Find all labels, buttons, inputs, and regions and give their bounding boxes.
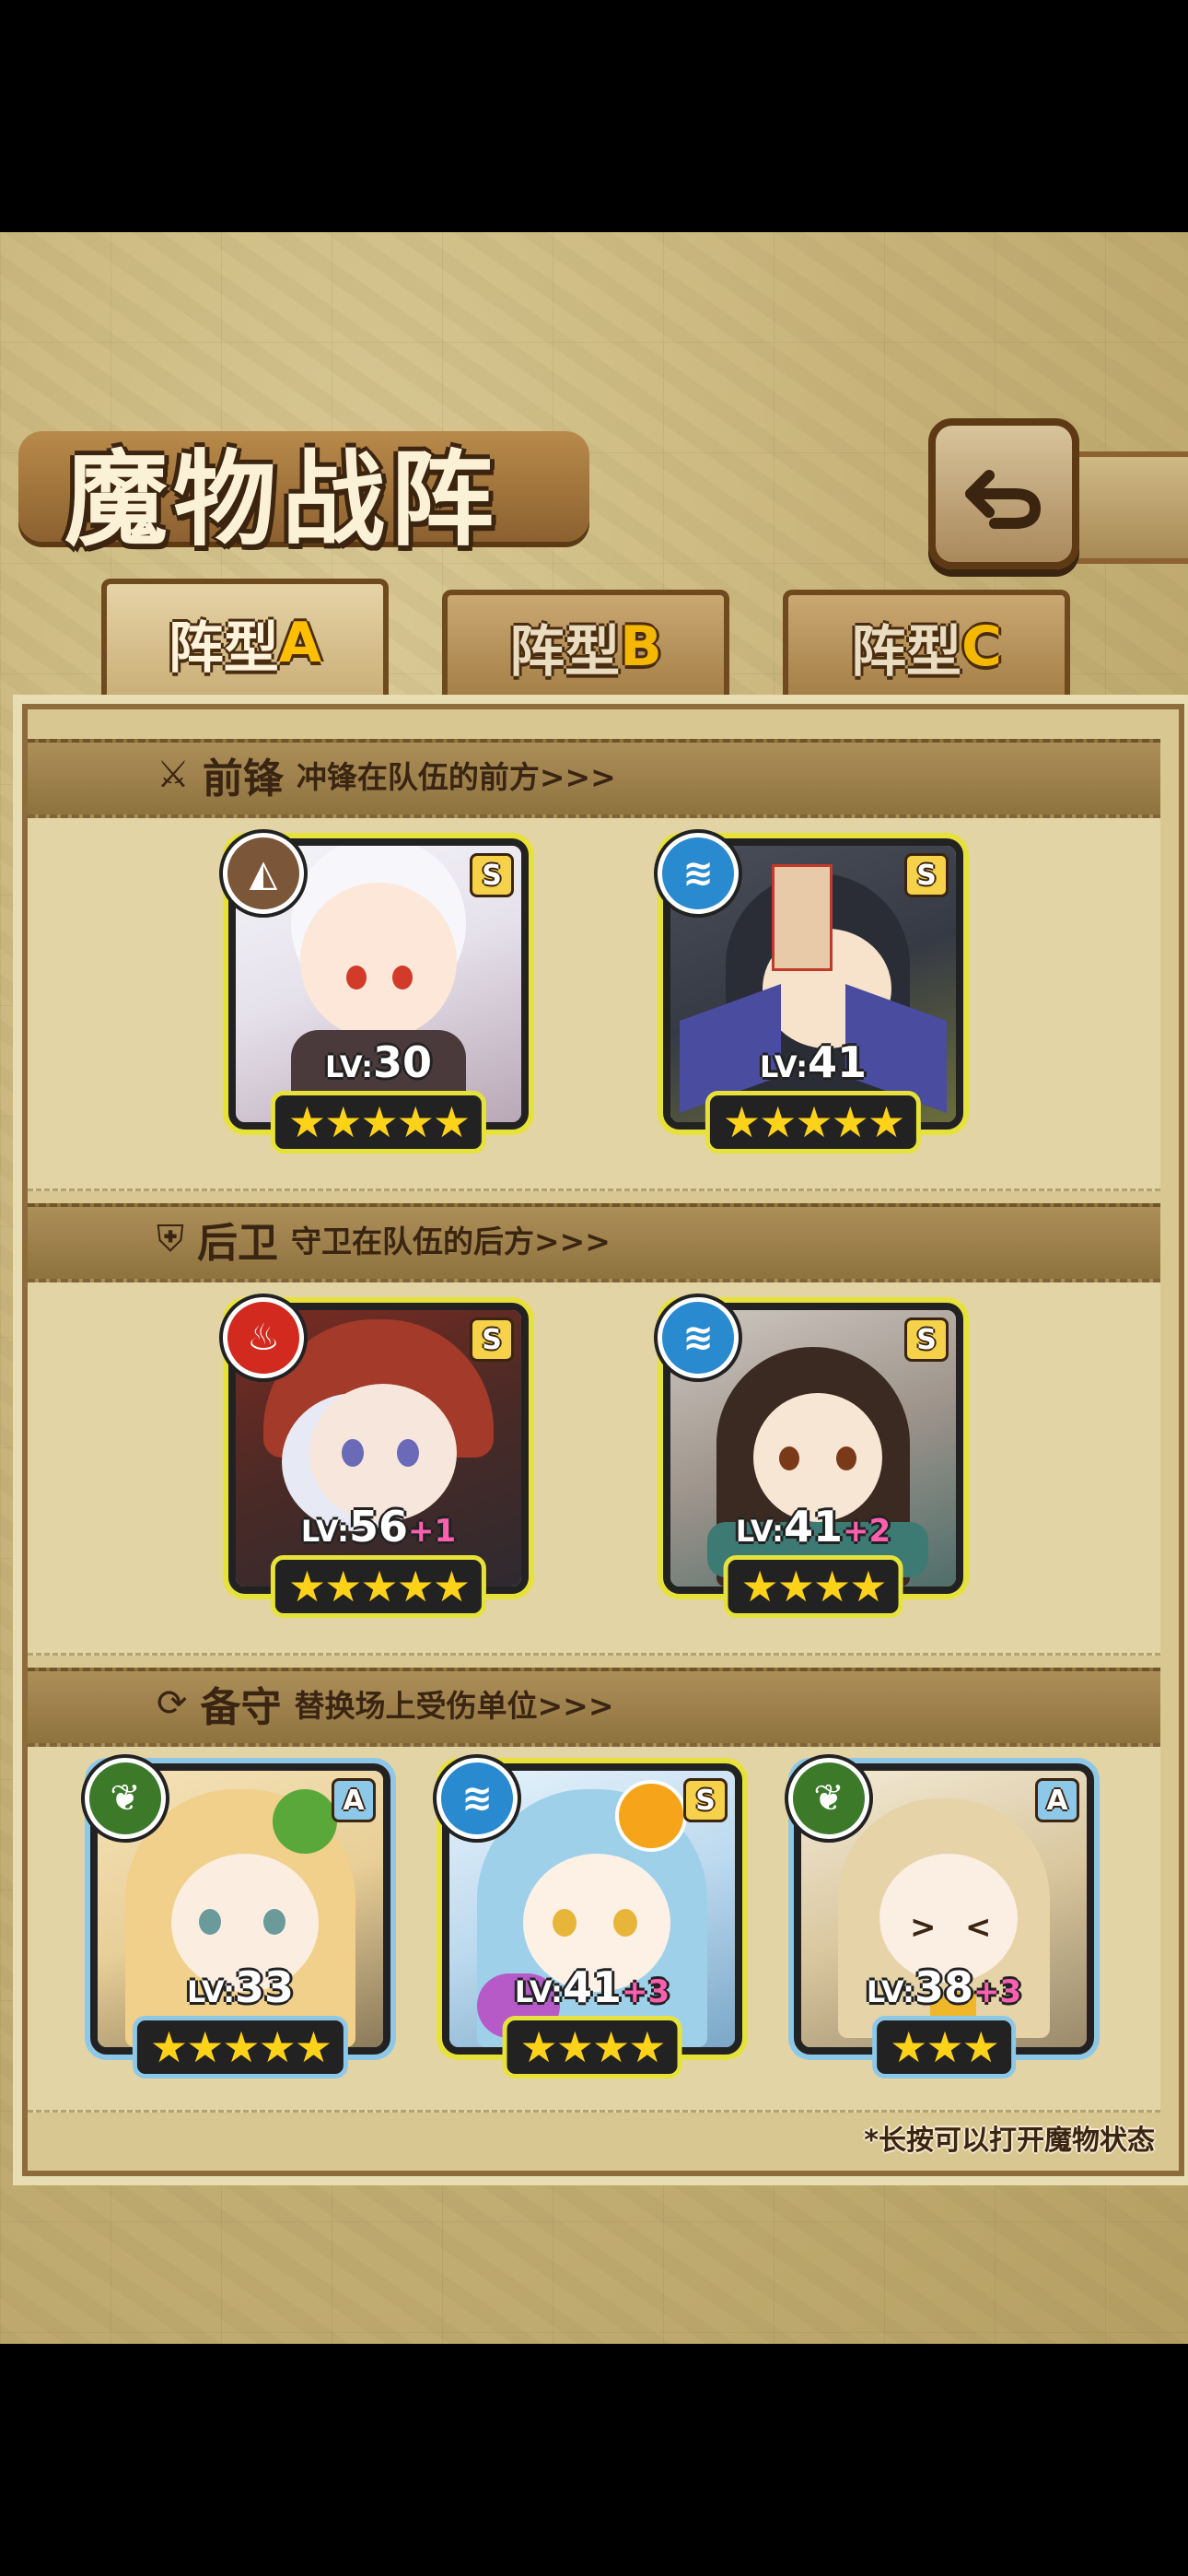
section-subtitle: 冲锋在队伍的前方>>> [296,759,616,795]
unit-level: LV:56+1 [300,1502,457,1551]
reserve-header: ⟳ 备守 替换场上受伤单位>>> [157,1668,613,1739]
wind-element-icon: ❦ [85,1758,166,1839]
tab-letter: C [961,615,1003,679]
back-button[interactable] [928,418,1079,569]
water-element-icon: ≋ [437,1758,518,1839]
rank-badge: A [332,1778,376,1822]
section-title: 前锋 [202,755,284,802]
water-element-icon: ≋ [658,1297,739,1378]
star-rating: ★★★★ [502,2016,682,2078]
rear-row-area [28,1275,1160,1656]
rank-badge: S [904,853,949,897]
front-row-area [28,811,1160,1191]
tab-label: 阵型 [850,619,961,685]
unit-level: LV:41+2 [735,1502,891,1551]
sword-icon: ⚔ [157,754,190,796]
star-rating: ★★★★★ [270,1555,487,1618]
swap-icon: ⟳ [157,1682,188,1725]
rear-header: ⛨ 后卫 守卫在队伍的后方>>> [157,1203,611,1275]
water-element-icon: ≋ [658,833,739,914]
unit-card-reserve-1[interactable]: ❦ A LV:33 ★★★★★ [85,1758,390,2078]
return-arrow-icon [965,470,1041,529]
star-rating: ★★★★★ [705,1091,922,1153]
wind-element-icon: ❦ [788,1758,869,1839]
shield-icon: ⛨ [157,1218,184,1260]
unit-card-front-1[interactable]: ◭ S LV:30 ★★★★★ [223,833,529,1153]
unit-level: LV:41 [759,1037,868,1087]
page-title: 魔物战阵 [64,439,499,560]
tab-formation-c[interactable]: 阵型 C [783,590,1070,698]
tab-label: 阵型 [509,619,621,685]
fire-element-icon: ♨ [223,1297,304,1378]
tab-formation-a[interactable]: 阵型 A [101,579,389,702]
section-title: 后卫 [197,1220,278,1267]
section-subtitle: 替换场上受伤单位>>> [294,1688,614,1724]
rank-badge: S [470,853,514,897]
unit-card-front-2[interactable]: ≋ S LV:41 ★★★★★ [658,833,963,1153]
rank-badge: S [470,1317,514,1362]
star-rating: ★★★ [872,2016,1016,2078]
unit-level: LV:41+3 [514,1962,670,2012]
front-header: ⚔ 前锋 冲锋在队伍的前方>>> [157,739,616,811]
unit-level: LV:30 [324,1037,433,1087]
unit-card-reserve-3[interactable]: > < ❦ A LV:38+3 ★★★ [788,1758,1094,2078]
unit-card-rear-2[interactable]: ≋ S LV:41+2 ★★★★ [658,1297,963,1618]
unit-card-reserve-2[interactable]: ≋ S LV:41+3 ★★★★ [437,1758,742,2078]
tab-formation-b[interactable]: 阵型 B [442,590,729,698]
rank-badge: A [1035,1778,1079,1822]
tab-letter: A [278,611,322,675]
unit-card-rear-1[interactable]: ♨ S LV:56+1 ★★★★★ [223,1297,529,1618]
section-subtitle: 守卫在队伍的后方>>> [291,1224,611,1259]
unit-level: LV:38+3 [866,1962,1022,2012]
star-rating: ★★★★ [723,1555,903,1618]
long-press-hint: *长按可以打开魔物状态 [864,2125,1155,2157]
earth-element-icon: ◭ [223,833,304,914]
star-rating: ★★★★★ [132,2016,349,2078]
rank-badge: S [683,1778,728,1822]
tab-label: 阵型 [168,615,279,681]
tab-letter: B [620,615,662,679]
section-title: 备守 [200,1684,282,1731]
star-rating: ★★★★★ [270,1091,487,1153]
rank-badge: S [904,1317,949,1362]
unit-level: LV:33 [186,1962,295,2012]
